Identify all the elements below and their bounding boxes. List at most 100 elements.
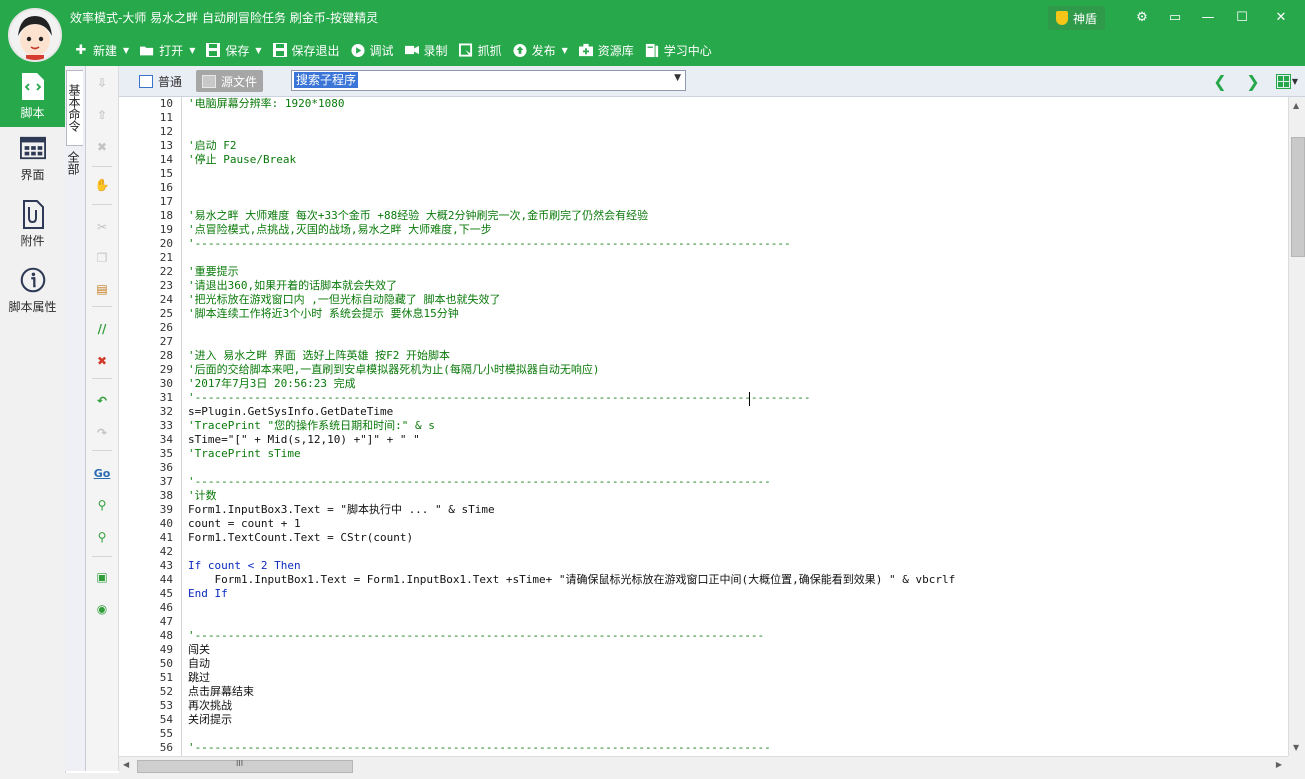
line-number: 28 — [159, 349, 173, 362]
code-line[interactable]: '点冒险模式,点挑战,灭国的战场,易水之畔 大师难度,下一步 — [188, 223, 492, 237]
debug-button[interactable]: 调试 — [347, 38, 398, 62]
replace-icon[interactable]: ⚲ — [92, 528, 112, 546]
code-line[interactable]: '2017年7月3日 20:56:23 完成 — [188, 377, 356, 391]
vertical-scroll-thumb[interactable] — [1291, 137, 1305, 257]
resources-button[interactable]: 资源库 — [575, 38, 638, 62]
nav-item-attachment[interactable]: 附件 — [0, 194, 65, 256]
code-line[interactable]: If count < 2 Then — [188, 559, 301, 573]
maximize-icon: ☐ — [1236, 9, 1248, 25]
code-line[interactable]: '易水之畔 大师难度 每次+33个金币 +88经验 大概2分钟刷完一次,金币刷完… — [188, 209, 648, 223]
code-line[interactable]: End If — [188, 587, 228, 601]
undo-icon[interactable]: ↶ — [92, 392, 112, 410]
code-line[interactable]: '重要提示 — [188, 265, 239, 279]
code-line[interactable]: 闯关 — [188, 643, 210, 657]
code-line[interactable]: 关闭提示 — [188, 713, 232, 727]
code-line[interactable]: '后面的交给脚本来吧,一直刷到安卓模拟器死机为止(每隔几小时模拟器自动无响应) — [188, 363, 600, 377]
code-line[interactable]: 'TracePrint "您的操作系统日期和时间:" & s — [188, 419, 435, 433]
code-line[interactable]: Form1.InputBox1.Text = Form1.InputBox1.T… — [188, 573, 955, 587]
redo-icon[interactable]: ↷ — [92, 424, 112, 442]
next-arrow-icon[interactable]: ❯ — [1243, 70, 1263, 92]
code-line[interactable]: '计数 — [188, 489, 217, 503]
code-line[interactable]: '---------------------------------------… — [188, 741, 771, 755]
code-line[interactable]: '---------------------------------------… — [188, 391, 811, 405]
save-exit-button[interactable]: 保存退出 — [269, 38, 344, 62]
line-number: 19 — [159, 223, 173, 236]
save-button[interactable]: 保存 ▼ — [202, 38, 265, 62]
code-line[interactable]: s=Plugin.GetSysInfo.GetDateTime — [188, 405, 393, 419]
properties-icon[interactable]: ▣ — [92, 568, 112, 586]
copy-icon[interactable]: ❐ — [92, 249, 112, 267]
find-icon[interactable]: ⚲ — [92, 496, 112, 514]
code-line[interactable]: sTime="[" + Mid(s,12,10) +"]" + " " — [188, 433, 420, 447]
vertical-scrollbar[interactable]: ▲ ▼ — [1288, 97, 1305, 756]
line-number: 48 — [159, 629, 173, 642]
move-down-icon[interactable]: ⇩ — [92, 74, 112, 92]
subroutine-search-combo[interactable]: 搜索子程序 ▼ — [291, 70, 686, 91]
chevron-down-icon[interactable]: ▼ — [674, 73, 681, 83]
layout-toggle-button[interactable]: ▼ — [1274, 71, 1300, 91]
new-button[interactable]: ✚ 新建 ▼ — [70, 38, 133, 62]
code-line[interactable]: Form1.TextCount.Text = CStr(count) — [188, 531, 413, 545]
scroll-down-icon[interactable]: ▼ — [1293, 743, 1299, 752]
code-line[interactable]: '启动 F2 — [188, 139, 237, 153]
publish-button[interactable]: 发布 ▼ — [509, 38, 572, 62]
info-icon — [20, 266, 46, 294]
delete-icon[interactable]: ✖ — [92, 138, 112, 156]
goto-icon[interactable]: Go — [92, 464, 112, 482]
code-line[interactable]: 'TracePrint sTime — [188, 447, 301, 461]
nav-item-interface[interactable]: 界面 — [0, 128, 65, 190]
code-line[interactable]: '脚本连续工作将近3个小时 系统会提示 要休息15分钟 — [188, 307, 459, 321]
code-editor[interactable]: '电脑屏幕分辨率: 1920*1080 '启动 F2 '停止 Pause/Break… — [188, 97, 1288, 756]
paste-icon[interactable]: ▤ — [92, 280, 112, 298]
code-line[interactable]: '请退出360,如果开着的话脚本就会失效了 — [188, 279, 397, 293]
code-line[interactable]: 自动 — [188, 657, 210, 671]
scroll-right-icon[interactable]: ▶ — [1276, 760, 1282, 769]
code-line[interactable]: Form1.InputBox3.Text = "脚本执行中 ... " & sT… — [188, 503, 495, 517]
line-number: 47 — [159, 615, 173, 628]
prev-arrow-icon[interactable]: ❮ — [1210, 70, 1230, 92]
tab-basic-commands[interactable]: 基本命令 — [66, 70, 83, 146]
shield-button[interactable]: 神盾 — [1048, 6, 1106, 30]
nav-item-script[interactable]: 脚本 — [0, 66, 65, 127]
move-up-icon[interactable]: ⇧ — [92, 106, 112, 124]
skin-button[interactable]: ▭ — [1162, 6, 1188, 28]
uncomment-icon[interactable]: ✖ — [92, 352, 112, 370]
line-number: 49 — [159, 643, 173, 656]
horizontal-scrollbar[interactable]: ◀ III ▶ — [119, 756, 1288, 774]
learning-center-button[interactable]: 学习中心 — [641, 38, 716, 62]
settings-button[interactable]: ⚙ — [1129, 6, 1155, 28]
nav-item-script-properties[interactable]: 脚本属性 — [0, 260, 65, 322]
mode-normal-button[interactable]: 普通 — [133, 70, 188, 92]
close-button[interactable]: ✕ — [1268, 6, 1294, 28]
minimize-button[interactable]: — — [1195, 6, 1221, 28]
horizontal-scroll-thumb[interactable]: III — [137, 759, 353, 773]
code-line[interactable]: 跳过 — [188, 671, 210, 685]
comment-icon[interactable]: // — [92, 320, 112, 338]
code-line[interactable]: '进入 易水之畔 界面 选好上阵英雄 按F2 开始脚本 — [188, 349, 450, 363]
tab-all-commands[interactable]: 全部 — [66, 148, 82, 178]
cut-icon[interactable]: ✂ — [92, 218, 112, 236]
user-avatar[interactable] — [8, 8, 62, 62]
mode-source-button[interactable]: 源文件 — [196, 70, 264, 92]
code-line[interactable]: '把光标放在游戏窗口内 ,一但光标自动隐藏了 脚本也就失效了 — [188, 293, 501, 307]
code-line[interactable]: '停止 Pause/Break — [188, 153, 296, 167]
hand-icon[interactable]: ✋ — [92, 176, 112, 194]
watch-icon[interactable]: ◉ — [92, 600, 112, 618]
code-line[interactable]: 点击屏幕结束 — [188, 685, 254, 699]
normal-view-icon — [139, 74, 153, 88]
code-line[interactable]: count = count + 1 — [188, 517, 301, 531]
scroll-up-icon[interactable]: ▲ — [1293, 101, 1299, 110]
code-line[interactable]: '---------------------------------------… — [188, 237, 791, 251]
code-line[interactable]: '---------------------------------------… — [188, 629, 764, 643]
code-line[interactable]: 再次挑战 — [188, 699, 232, 713]
open-button[interactable]: 打开 ▼ — [136, 38, 199, 62]
record-button[interactable]: 录制 — [401, 38, 452, 62]
scroll-left-icon[interactable]: ◀ — [123, 760, 129, 769]
code-line[interactable]: '---------------------------------------… — [188, 475, 771, 489]
debug-label: 调试 — [369, 43, 394, 58]
maximize-button[interactable]: ☐ — [1229, 6, 1255, 28]
chevron-down-icon[interactable]: ▼ — [1292, 77, 1298, 86]
capture-button[interactable]: 抓抓 — [455, 38, 506, 62]
line-number: 21 — [159, 251, 173, 264]
code-line[interactable]: '电脑屏幕分辨率: 1920*1080 — [188, 97, 344, 111]
